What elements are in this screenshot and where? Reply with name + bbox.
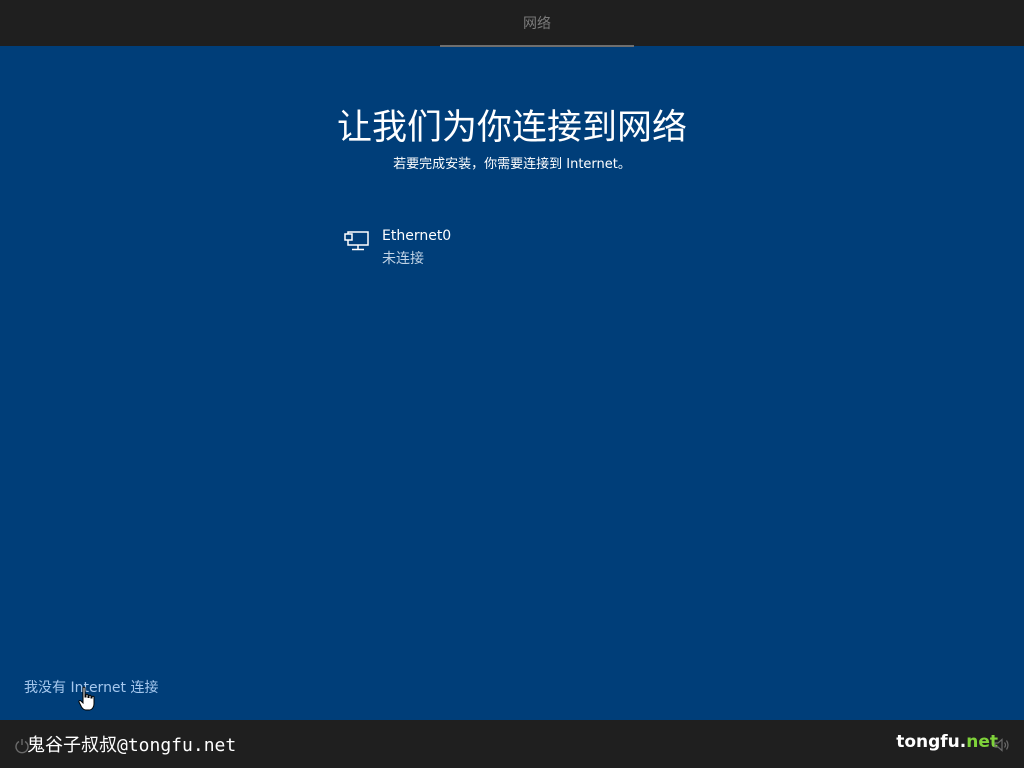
watermark-text: 鬼谷子叔叔@tongfu.net bbox=[27, 735, 237, 756]
bottom-bar: 鬼谷子叔叔@tongfu.net tongfu.net bbox=[0, 720, 1024, 768]
volume-icon[interactable] bbox=[994, 737, 1010, 753]
tab-network: 网络 bbox=[523, 16, 551, 32]
hand-cursor-icon bbox=[78, 686, 95, 711]
main-panel: 让我们为你连接到网络 若要完成安装，你需要连接到 Internet。 Ether… bbox=[0, 47, 1024, 720]
page-title: 让我们为你连接到网络 bbox=[336, 108, 687, 148]
ethernet-icon bbox=[344, 231, 369, 251]
top-bar: 网络 bbox=[0, 0, 1024, 47]
watermark-logo-part-a: tongfu. bbox=[896, 732, 967, 752]
network-name: Ethernet0 bbox=[382, 228, 452, 244]
network-status: 未连接 bbox=[382, 251, 424, 267]
network-item-ethernet0[interactable]: Ethernet0 未连接 bbox=[341, 227, 681, 271]
page-subtitle: 若要完成安装，你需要连接到 Internet。 bbox=[393, 157, 631, 172]
watermark-logo: tongfu.net bbox=[896, 732, 998, 752]
